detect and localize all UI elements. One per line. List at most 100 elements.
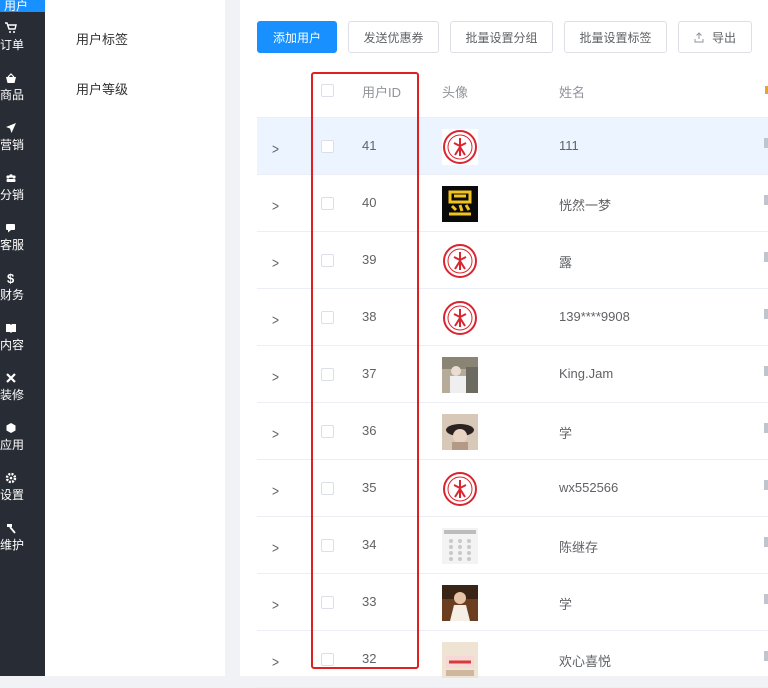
expand-chevron-icon[interactable]: > xyxy=(272,654,279,671)
user-id-cell: 38 xyxy=(362,309,377,324)
user-id-cell: 35 xyxy=(362,480,377,495)
nav-item-users-active[interactable]: 用户 xyxy=(0,0,45,13)
main-nav: 用户 订单 商品营销分销客服 $ 财务内容装修应用设置维护 xyxy=(0,0,45,676)
batch-group-button[interactable]: 批量设置分组 xyxy=(450,21,553,53)
user-avatar xyxy=(442,414,478,450)
basket-icon xyxy=(3,70,19,86)
truncated-cell xyxy=(764,366,768,376)
user-name-cell: 139****9908 xyxy=(559,309,630,324)
user-avatar xyxy=(442,186,478,222)
user-avatar xyxy=(442,300,478,336)
user-name-cell: 学 xyxy=(559,426,573,441)
expand-chevron-icon[interactable]: > xyxy=(272,597,279,614)
nav-item-label: 设置 xyxy=(0,488,25,502)
user-submenu: 用户标签 用户等级 xyxy=(45,0,225,676)
book-icon xyxy=(3,320,19,336)
nav-item-book[interactable]: 内容 xyxy=(0,320,45,370)
row-checkbox[interactable] xyxy=(321,539,334,552)
row-checkbox[interactable] xyxy=(321,653,334,666)
user-name-cell: King.Jam xyxy=(559,366,614,381)
table-row[interactable]: >41 111 xyxy=(257,118,768,175)
table-row[interactable]: >36 学 xyxy=(257,403,768,460)
submenu-item-user-tags[interactable]: 用户标签 xyxy=(76,29,128,48)
expand-chevron-icon[interactable]: > xyxy=(272,198,279,215)
nav-item-label: 财务 xyxy=(0,288,25,302)
row-checkbox[interactable] xyxy=(321,368,334,381)
main-content: 添加用户 发送优惠券 批量设置分组 批量设置标签 导出 用户ID 头像 姓名 >… xyxy=(240,0,768,688)
row-checkbox[interactable] xyxy=(321,482,334,495)
user-id-cell: 36 xyxy=(362,423,377,438)
nav-item-send[interactable]: 营销 xyxy=(0,120,45,170)
nav-item-cart[interactable]: 订单 xyxy=(0,20,45,70)
nav-item-group[interactable]: 分销 xyxy=(0,170,45,220)
expand-chevron-icon[interactable]: > xyxy=(272,312,279,329)
col-header-name: 姓名 xyxy=(559,85,586,100)
hammer-icon xyxy=(3,520,19,536)
cart-icon xyxy=(3,20,19,36)
table-row[interactable]: >35 wx552566 xyxy=(257,460,768,517)
user-name-cell: wx552566 xyxy=(559,480,619,495)
row-checkbox[interactable] xyxy=(321,425,334,438)
row-checkbox[interactable] xyxy=(321,311,334,324)
user-name-cell: 陈继存 xyxy=(559,540,599,555)
user-name-cell: 学 xyxy=(559,597,573,612)
nav-item-label: 内容 xyxy=(0,338,25,352)
col-header-uid[interactable]: 用户ID xyxy=(362,82,401,101)
nav-item-basket[interactable]: 商品 xyxy=(0,70,45,120)
expand-chevron-icon[interactable]: > xyxy=(272,369,279,386)
export-icon xyxy=(694,31,704,42)
table-row[interactable]: >39 露 xyxy=(257,232,768,289)
nav-item-dollar[interactable]: $ 财务 xyxy=(0,270,45,320)
expand-chevron-icon[interactable]: > xyxy=(272,540,279,557)
user-id-cell: 39 xyxy=(362,252,377,267)
table-row[interactable]: >37 King.Jam xyxy=(257,346,768,403)
row-checkbox[interactable] xyxy=(321,140,334,153)
truncated-cell xyxy=(764,651,768,661)
user-id-cell: 40 xyxy=(362,195,377,210)
row-checkbox[interactable] xyxy=(321,254,334,267)
nav-item-label: 营销 xyxy=(0,138,25,152)
user-name-cell: 111 xyxy=(559,138,579,153)
user-id-cell: 32 xyxy=(362,651,377,666)
table-row[interactable]: >32 欢心喜悦 xyxy=(257,631,768,688)
nav-item-cube[interactable]: 应用 xyxy=(0,420,45,470)
send-icon xyxy=(3,120,19,136)
nav-item-gear[interactable]: 设置 xyxy=(0,470,45,520)
submenu-item-user-levels[interactable]: 用户等级 xyxy=(76,79,128,98)
col-header-avatar: 头像 xyxy=(442,85,469,100)
user-avatar xyxy=(442,357,478,393)
row-checkbox[interactable] xyxy=(321,197,334,210)
select-all-checkbox[interactable] xyxy=(321,84,334,97)
truncated-cell xyxy=(764,480,768,490)
batch-tag-button[interactable]: 批量设置标签 xyxy=(564,21,667,53)
expand-chevron-icon[interactable]: > xyxy=(272,255,279,272)
nav-item-chat[interactable]: 客服 xyxy=(0,220,45,270)
table-row[interactable]: >34 陈继存 xyxy=(257,517,768,574)
truncated-cell xyxy=(764,309,768,319)
add-user-button[interactable]: 添加用户 xyxy=(257,21,337,53)
expand-chevron-icon[interactable]: > xyxy=(272,483,279,500)
expand-chevron-icon[interactable]: > xyxy=(272,426,279,443)
svg-text:$: $ xyxy=(7,271,15,285)
send-coupon-button[interactable]: 发送优惠券 xyxy=(348,21,439,53)
user-avatar xyxy=(442,243,478,279)
user-name-cell: 恍然一梦 xyxy=(559,198,612,213)
user-name-cell: 露 xyxy=(559,255,573,270)
nav-item-label: 用户 xyxy=(4,0,29,13)
export-button[interactable]: 导出 xyxy=(678,21,752,53)
table-row[interactable]: >40 恍然一梦 xyxy=(257,175,768,232)
nav-item-label: 应用 xyxy=(0,438,25,452)
export-label: 导出 xyxy=(711,30,736,45)
group-icon xyxy=(3,170,19,186)
nav-item-label: 装修 xyxy=(0,388,25,402)
table-row[interactable]: >33 学 xyxy=(257,574,768,631)
expand-chevron-icon[interactable]: > xyxy=(272,141,279,158)
nav-item-tools[interactable]: 装修 xyxy=(0,370,45,420)
nav-item-hammer[interactable]: 维护 xyxy=(0,520,45,570)
gear-icon xyxy=(3,470,19,486)
user-avatar xyxy=(442,585,478,621)
nav-item-label: 客服 xyxy=(0,238,25,252)
table-row[interactable]: >38 139****9908 xyxy=(257,289,768,346)
row-checkbox[interactable] xyxy=(321,596,334,609)
user-name-cell: 欢心喜悦 xyxy=(559,654,612,669)
